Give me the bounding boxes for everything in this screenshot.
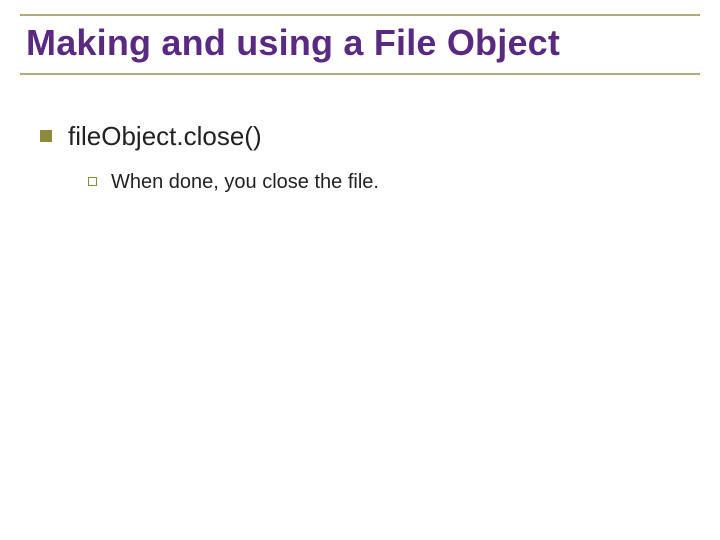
list-item: When done, you close the file. <box>88 169 680 195</box>
title-block: Making and using a File Object <box>20 14 700 75</box>
divider-bottom <box>20 73 700 75</box>
square-outline-bullet-icon <box>88 177 97 186</box>
list-item-label: When done, you close the file. <box>111 169 379 195</box>
list-item: fileObject.close() <box>40 120 680 153</box>
sublist: When done, you close the file. <box>88 169 680 195</box>
slide-title: Making and using a File Object <box>20 22 700 73</box>
list-item-label: fileObject.close() <box>68 120 262 153</box>
slide-body: fileObject.close() When done, you close … <box>40 120 680 205</box>
slide: Making and using a File Object fileObjec… <box>0 0 720 540</box>
divider-top <box>20 14 700 16</box>
square-bullet-icon <box>40 130 52 142</box>
